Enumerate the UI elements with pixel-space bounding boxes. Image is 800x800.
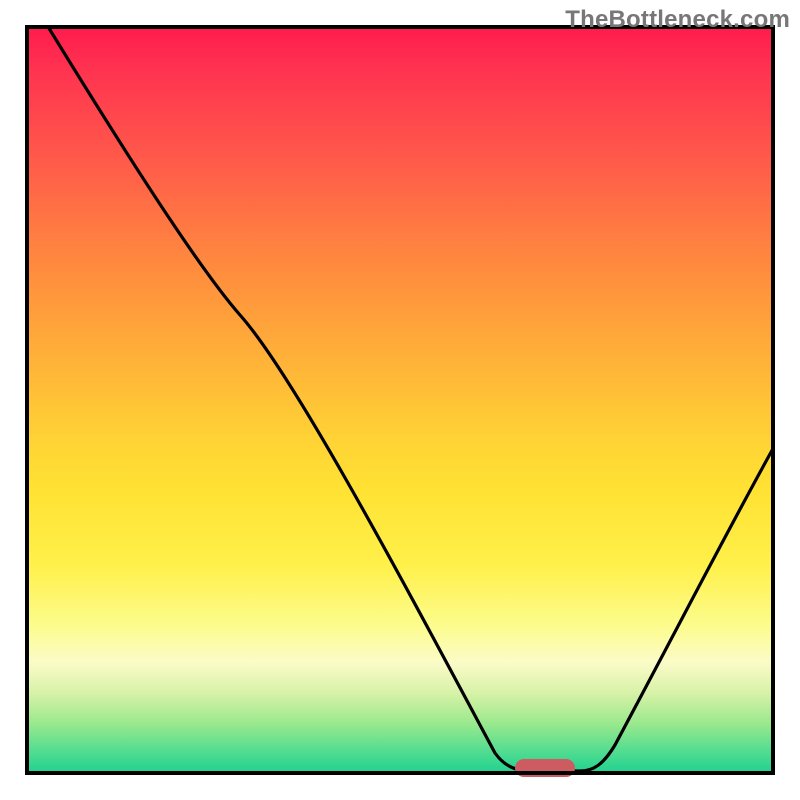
optimal-marker: [515, 759, 575, 777]
plot-gradient-background: [25, 25, 775, 775]
watermark-text: TheBottleneck.com: [565, 6, 790, 34]
chart-container: TheBottleneck.com: [0, 0, 800, 800]
